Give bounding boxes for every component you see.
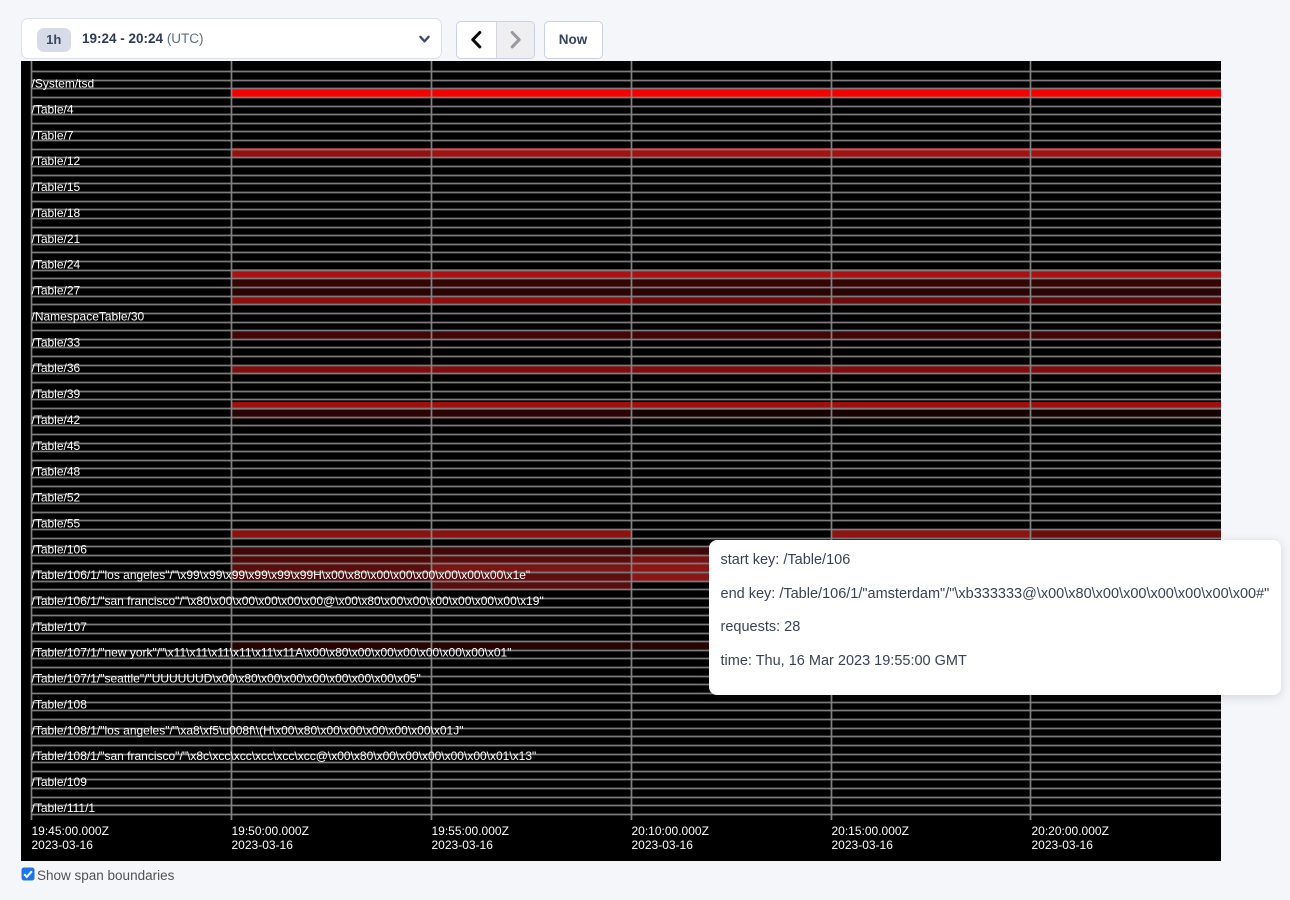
svg-text:/Table/27: /Table/27	[32, 284, 81, 298]
svg-text:19:50:00.000Z: 19:50:00.000Z	[232, 824, 309, 838]
svg-text:/Table/42: /Table/42	[32, 413, 81, 427]
svg-text:2023-03-16: 2023-03-16	[432, 838, 494, 852]
svg-text:2023-03-16: 2023-03-16	[1032, 838, 1094, 852]
svg-text:/Table/24: /Table/24	[32, 258, 81, 272]
svg-text:/Table/108: /Table/108	[32, 697, 88, 711]
svg-text:/Table/52: /Table/52	[32, 491, 81, 505]
svg-text:/Table/111/1: /Table/111/1	[32, 801, 96, 815]
svg-text:2023-03-16: 2023-03-16	[32, 838, 94, 852]
svg-text:/NamespaceTable/30: /NamespaceTable/30	[32, 309, 145, 323]
svg-text:19:55:00.000Z: 19:55:00.000Z	[432, 824, 509, 838]
svg-text:20:15:00.000Z: 20:15:00.000Z	[832, 824, 909, 838]
svg-text:/Table/39: /Table/39	[32, 387, 81, 401]
svg-text:/Table/33: /Table/33	[32, 335, 81, 349]
svg-text:19:45:00.000Z: 19:45:00.000Z	[32, 824, 109, 838]
svg-text:/Table/18: /Table/18	[32, 206, 81, 220]
svg-text:/Table/48: /Table/48	[32, 465, 81, 479]
svg-text:/Table/106/1/"los angeles"/"\x: /Table/106/1/"los angeles"/"\x99\x99\x99…	[32, 568, 531, 582]
svg-text:/Table/21: /Table/21	[32, 232, 81, 246]
svg-text:/Table/106: /Table/106	[32, 542, 88, 556]
svg-text:/Table/107: /Table/107	[32, 620, 88, 634]
svg-text:20:10:00.000Z: 20:10:00.000Z	[632, 824, 709, 838]
svg-text:/Table/12: /Table/12	[32, 154, 81, 168]
svg-text:2023-03-16: 2023-03-16	[632, 838, 694, 852]
svg-text:2023-03-16: 2023-03-16	[232, 838, 294, 852]
svg-text:/Table/45: /Table/45	[32, 439, 81, 453]
svg-text:/Table/108/1/"los angeles"/"\x: /Table/108/1/"los angeles"/"\xa8\xf5\u00…	[32, 723, 464, 737]
svg-text:/Table/36: /Table/36	[32, 361, 81, 375]
svg-text:/Table/108/1/"san francisco"/": /Table/108/1/"san francisco"/"\x8c\xcc\x…	[32, 749, 537, 763]
svg-text:/Table/4: /Table/4	[32, 102, 74, 116]
svg-text:/Table/109: /Table/109	[32, 775, 88, 789]
svg-text:/Table/7: /Table/7	[32, 128, 74, 142]
svg-text:/System/tsd: /System/tsd	[32, 77, 95, 91]
svg-text:/Table/107/1/"new york"/"\x11\: /Table/107/1/"new york"/"\x11\x11\x11\x1…	[32, 646, 512, 660]
svg-text:/Table/107/1/"seattle"/"UUUUUU: /Table/107/1/"seattle"/"UUUUUUD\x00\x80\…	[32, 672, 421, 686]
svg-text:2023-03-16: 2023-03-16	[832, 838, 894, 852]
svg-text:20:20:00.000Z: 20:20:00.000Z	[1032, 824, 1109, 838]
svg-text:/Table/15: /Table/15	[32, 180, 81, 194]
svg-text:/Table/55: /Table/55	[32, 516, 81, 530]
svg-text:/Table/106/1/"san francisco"/": /Table/106/1/"san francisco"/"\x80\x00\x…	[32, 594, 544, 608]
